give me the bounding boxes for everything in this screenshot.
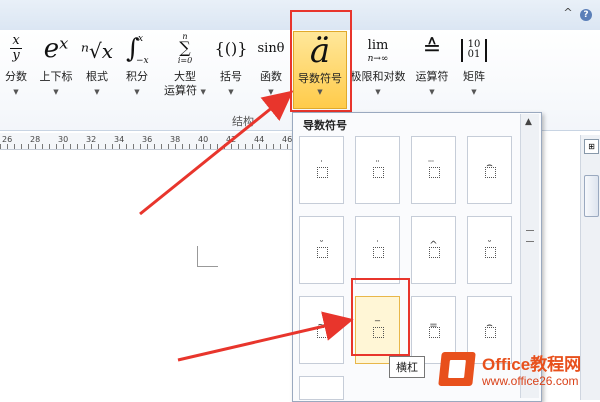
limit-log-button[interactable]: lim n→∞ 极限和对数 ▼ bbox=[348, 30, 408, 110]
watermark: Office教程网 www.office26.com bbox=[438, 348, 600, 398]
function-dropdown-icon: ▼ bbox=[268, 88, 274, 96]
scroll-thumb[interactable] bbox=[584, 175, 599, 217]
matrix-label: 矩阵 bbox=[463, 70, 485, 83]
limit-log-label: 极限和对数 bbox=[350, 70, 406, 83]
ruler-tick: 32 bbox=[86, 135, 97, 144]
placeholder-box-icon bbox=[429, 167, 440, 178]
accent-tile[interactable]: ⃛ bbox=[411, 136, 456, 204]
structure-group-label: 结构 bbox=[232, 115, 254, 128]
radical-icon: ⁿ√x bbox=[80, 39, 114, 63]
ribbon-collapse-icon[interactable]: ^ bbox=[562, 7, 574, 19]
large-operator-label: 大型 运算符 ▼ bbox=[164, 70, 206, 97]
radical-dropdown-icon: ▼ bbox=[94, 88, 100, 96]
function-button[interactable]: sinθ 函数 ▼ bbox=[252, 30, 290, 110]
large-operator-button[interactable]: n ∑ i=0 大型 运算符 ▼ bbox=[160, 30, 210, 110]
placeholder-box-icon bbox=[317, 247, 328, 258]
accent-tile[interactable]: ⌢ bbox=[467, 136, 512, 204]
matrix-dropdown-icon: ▼ bbox=[471, 88, 477, 96]
page-margin-marker bbox=[197, 246, 218, 267]
document-canvas[interactable] bbox=[0, 150, 296, 400]
matrix-button[interactable]: 10 01 矩阵 ▼ bbox=[456, 30, 492, 110]
bracket-button[interactable]: {()} 括号 ▼ bbox=[212, 30, 250, 110]
placeholder-box-icon bbox=[429, 327, 440, 338]
ruler-tick: 26 bbox=[2, 135, 13, 144]
script-label: 上下标 bbox=[39, 70, 73, 83]
summation-icon: n ∑ i=0 bbox=[177, 32, 193, 65]
integral-dropdown-icon: ▼ bbox=[134, 88, 140, 96]
bracket-label: 括号 bbox=[220, 70, 242, 83]
bracket-icon: {()} bbox=[214, 39, 248, 58]
ruler-ticks bbox=[0, 144, 300, 149]
highlight-box-bar-tile bbox=[351, 278, 410, 356]
function-label: 函数 bbox=[260, 70, 282, 83]
placeholder-box-icon bbox=[485, 167, 496, 178]
fraction-label: 分数 bbox=[5, 70, 27, 83]
operator-button[interactable]: ≙ 运算符 ▼ bbox=[410, 30, 454, 110]
fraction-button[interactable]: x y 分数 ▼ bbox=[2, 30, 30, 110]
ruler-tick: 34 bbox=[114, 135, 125, 144]
scroll-grip-icon[interactable] bbox=[526, 230, 534, 242]
fraction-icon: x y bbox=[2, 34, 30, 66]
gallery-title: 导数符号 bbox=[303, 119, 347, 132]
limit-dropdown-icon: ▼ bbox=[375, 88, 381, 96]
ruler-tick: 36 bbox=[142, 135, 153, 144]
function-icon: sinθ bbox=[257, 41, 285, 56]
placeholder-box-icon bbox=[373, 247, 384, 258]
integral-label: 积分 bbox=[126, 70, 148, 83]
limit-icon: lim n→∞ bbox=[367, 38, 389, 64]
tooltip-bar: 横杠 bbox=[389, 356, 425, 378]
accent-tile[interactable]: ˘ bbox=[467, 216, 512, 284]
script-button[interactable]: eˣ 上下标 ▼ bbox=[34, 30, 78, 110]
ruler-tick: 38 bbox=[170, 135, 181, 144]
placeholder-box-icon bbox=[485, 247, 496, 258]
superscript-icon: eˣ bbox=[43, 34, 69, 64]
watermark-url: www.office26.com bbox=[482, 374, 579, 388]
accent-tile[interactable]: ˙ bbox=[355, 216, 400, 284]
accent-tile[interactable]: ^ bbox=[411, 216, 456, 284]
scroll-up-icon[interactable]: ▲ bbox=[525, 117, 532, 127]
fraction-dropdown-icon: ▼ bbox=[13, 88, 19, 96]
accent-tile[interactable]: ¨ bbox=[355, 136, 400, 204]
ruler-tick: 30 bbox=[58, 135, 69, 144]
ruler-tick: 46 bbox=[282, 135, 293, 144]
script-dropdown-icon: ▼ bbox=[53, 88, 59, 96]
placeholder-box-icon bbox=[317, 167, 328, 178]
integral-icon: ∫ x −x bbox=[126, 34, 149, 66]
ruler-toggle-icon[interactable]: ⊞ bbox=[584, 139, 599, 154]
accent-tile[interactable]: ˙ bbox=[299, 136, 344, 204]
bracket-dropdown-icon: ▼ bbox=[228, 88, 234, 96]
watermark-title: Office教程网 bbox=[482, 355, 582, 374]
help-icon[interactable]: ? bbox=[580, 9, 592, 21]
operator-icon: ≙ bbox=[422, 36, 442, 61]
accent-tile[interactable] bbox=[299, 376, 344, 400]
operator-label: 运算符 bbox=[415, 70, 449, 83]
ruler-tick: 28 bbox=[30, 135, 41, 144]
placeholder-box-icon bbox=[429, 247, 440, 258]
ruler-tick: 40 bbox=[198, 135, 209, 144]
office-logo-icon bbox=[438, 352, 476, 386]
ruler-tick: 42 bbox=[226, 135, 237, 144]
accent-tile[interactable]: ~ bbox=[299, 296, 344, 364]
radical-button[interactable]: ⁿ√x 根式 ▼ bbox=[80, 30, 114, 110]
placeholder-box-icon bbox=[373, 167, 384, 178]
placeholder-box-icon bbox=[485, 327, 496, 338]
ruler-tick: 44 bbox=[254, 135, 265, 144]
operator-dropdown-icon: ▼ bbox=[429, 88, 435, 96]
highlight-box-accent bbox=[290, 10, 352, 112]
radical-label: 根式 bbox=[86, 70, 108, 83]
horizontal-ruler: 26 28 30 32 34 36 38 40 42 44 46 bbox=[0, 133, 300, 150]
accent-tile[interactable]: ˘ bbox=[299, 216, 344, 284]
matrix-icon: 10 01 bbox=[456, 34, 492, 66]
integral-button[interactable]: ∫ x −x 积分 ▼ bbox=[118, 30, 156, 110]
placeholder-box-icon bbox=[317, 327, 328, 338]
